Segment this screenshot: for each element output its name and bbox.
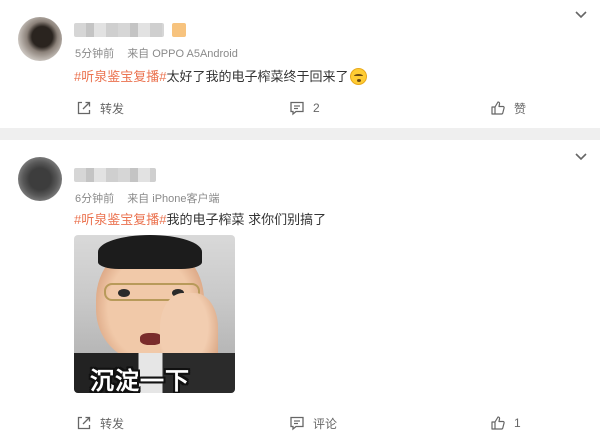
post-source: iPhone客户端 xyxy=(152,193,220,205)
source-prefix: 来自 xyxy=(127,48,150,60)
username-blurred[interactable] xyxy=(74,23,164,37)
repost-icon xyxy=(77,416,91,430)
post-time: 6分钟前 xyxy=(75,193,115,205)
hashtag-link[interactable]: #听泉鉴宝复播# xyxy=(74,212,166,227)
source-prefix: 来自 xyxy=(127,193,150,205)
repost-label: 转发 xyxy=(100,416,125,431)
comment-button[interactable]: 评论 xyxy=(289,413,337,433)
astonished-face-emoji-icon xyxy=(350,68,368,85)
like-label: 赞 xyxy=(514,101,527,116)
post-actions: 转发 评论 1 xyxy=(0,413,600,433)
thumbs-up-icon xyxy=(491,416,505,430)
user-badge-blurred xyxy=(172,23,186,37)
comment-icon xyxy=(290,416,304,431)
like-button[interactable]: 赞 xyxy=(490,98,526,118)
like-button[interactable]: 1 xyxy=(490,413,521,433)
avatar[interactable] xyxy=(18,17,62,61)
like-count: 1 xyxy=(514,416,521,430)
repost-button[interactable]: 转发 xyxy=(76,413,124,433)
repost-button[interactable]: 转发 xyxy=(76,98,124,118)
hashtag-link[interactable]: #听泉鉴宝复播# xyxy=(74,69,166,84)
repost-icon xyxy=(77,101,91,115)
chevron-down-icon[interactable] xyxy=(574,8,588,22)
meme-image[interactable]: 沉淀一下 xyxy=(74,235,235,393)
post-content: #听泉鉴宝复播#太好了我的电子榨菜终于回来了 xyxy=(74,66,368,85)
post-card: 5分钟前 来自 OPPO A5Android #听泉鉴宝复播#太好了我的电子榨菜… xyxy=(0,0,600,128)
post-actions: 转发 2 赞 xyxy=(0,98,600,118)
meme-mouth xyxy=(140,333,162,345)
post-body: 太好了我的电子榨菜终于回来了 xyxy=(166,69,349,84)
avatar[interactable] xyxy=(18,157,62,201)
username-blurred[interactable] xyxy=(74,168,156,182)
thumbs-up-icon xyxy=(491,101,505,115)
meme-eye xyxy=(118,289,130,297)
weibo-comment-feed: 5分钟前 来自 OPPO A5Android #听泉鉴宝复播#太好了我的电子榨菜… xyxy=(0,0,600,445)
post-content: #听泉鉴宝复播#我的电子榨菜 求你们别搞了 xyxy=(74,209,326,228)
post-time: 5分钟前 xyxy=(75,48,115,60)
meme-caption: 沉淀一下 xyxy=(90,368,190,393)
meme-hair xyxy=(98,235,202,269)
chevron-down-icon[interactable] xyxy=(574,150,588,164)
comment-icon xyxy=(290,101,304,116)
comment-count: 2 xyxy=(313,101,320,115)
post-source: OPPO A5Android xyxy=(152,48,238,60)
post-meta: 6分钟前 来自 iPhone客户端 xyxy=(75,190,220,206)
post-body: 我的电子榨菜 求你们别搞了 xyxy=(166,212,327,227)
repost-label: 转发 xyxy=(100,101,125,116)
post-meta: 5分钟前 来自 OPPO A5Android xyxy=(75,45,238,61)
comment-button[interactable]: 2 xyxy=(289,98,320,118)
comment-label: 评论 xyxy=(313,416,338,431)
